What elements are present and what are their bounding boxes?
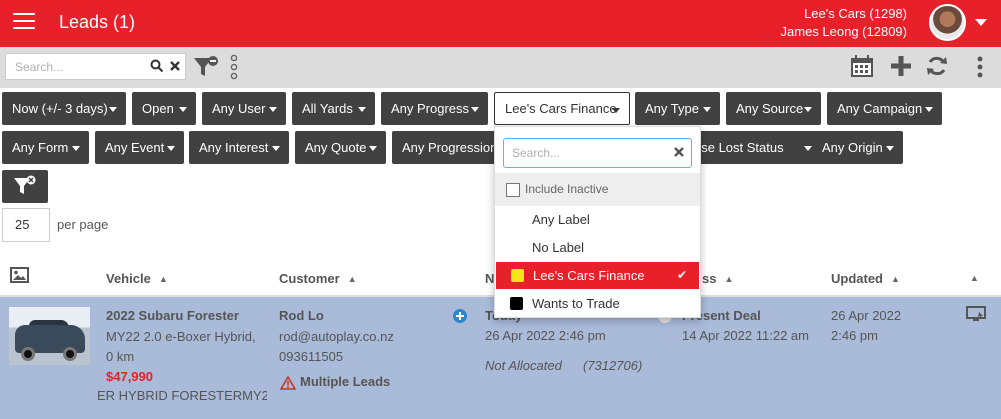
customer-phone[interactable]: 093611505 (279, 347, 343, 367)
vehicle-description: MY22 2.0 e-Boxer Hybrid, (106, 329, 256, 344)
search-icon[interactable] (150, 59, 164, 76)
filter-yard[interactable]: All Yards (292, 92, 375, 125)
search-box (5, 53, 186, 80)
caret-down-icon (272, 146, 280, 151)
checkmark-icon: ✔ (676, 268, 687, 282)
column-options-icon[interactable] (229, 54, 239, 83)
sort-icon: ▲ (347, 274, 357, 284)
filter-origin[interactable]: Any Origin (812, 131, 903, 164)
vehicle-odometer: 0 km (106, 349, 135, 364)
account-info[interactable]: Lee's Cars (1298) James Leong (12809) (781, 5, 907, 41)
caret-down-icon (167, 146, 175, 151)
dropdown-item-any-label[interactable]: Any Label (495, 206, 700, 233)
caret-down-icon (886, 146, 894, 151)
progress-date: 14 Apr 2022 11:22 am (682, 328, 809, 343)
filter-type[interactable]: Any Type (635, 92, 720, 125)
label-color-swatch (511, 269, 524, 282)
customer-email[interactable]: rod@autoplay.co.nz (279, 327, 394, 347)
filter-quote[interactable]: Any Quote (295, 131, 386, 164)
filter-date-range[interactable]: Now (+/- 3 days) (2, 92, 126, 125)
vehicle-code: ER HYBRID FORESTERMY22 (97, 388, 267, 403)
filter-interest[interactable]: Any Interest (189, 131, 289, 164)
sort-icon: ▲ (891, 274, 900, 284)
dropdown-search-box (503, 138, 692, 168)
image-icon (10, 267, 29, 286)
refresh-icon[interactable] (926, 55, 948, 80)
caret-down-icon (471, 107, 479, 112)
column-next[interactable]: N (485, 271, 494, 286)
caret-down-icon (269, 107, 277, 112)
caret-down-icon (369, 146, 377, 151)
caret-down-icon (358, 107, 366, 112)
filter-user[interactable]: Any User (202, 92, 286, 125)
add-circle-icon[interactable] (453, 309, 467, 326)
next-action-date: 26 Apr 2022 2:46 pm (485, 328, 606, 343)
filter-progress[interactable]: Any Progress (381, 92, 488, 125)
filter-source[interactable]: Any Source (726, 92, 821, 125)
caret-down-icon (109, 107, 117, 112)
updated-time: 2:46 pm (831, 328, 878, 343)
caret-down-icon (804, 146, 812, 151)
include-inactive-label: Include Inactive (525, 182, 609, 196)
include-inactive-option[interactable]: Include Inactive (495, 173, 700, 206)
include-inactive-checkbox[interactable] (506, 183, 520, 197)
caret-down-icon (925, 107, 933, 112)
column-vehicle[interactable]: Vehicle ▲ (106, 271, 168, 286)
dropdown-item-lees-cars-finance[interactable]: Lee's Cars Finance ✔ (496, 262, 699, 289)
clear-icon[interactable] (169, 59, 181, 76)
clear-icon[interactable] (673, 145, 685, 162)
per-page-select[interactable]: 25 (2, 208, 50, 242)
column-updated[interactable]: Updated ▲ (831, 271, 900, 286)
account-dealer: Lee's Cars (1298) (804, 6, 907, 21)
sort-icon: ▲ (724, 274, 734, 284)
vehicle-thumbnail[interactable] (9, 307, 90, 365)
vehicle-price: $47,990 (106, 369, 153, 384)
multiple-leads-warning: Multiple Leads (300, 374, 391, 389)
filter-icon[interactable] (193, 55, 219, 82)
sort-icon[interactable]: ▲ (970, 273, 979, 283)
more-vert-icon[interactable] (977, 56, 983, 81)
dropdown-item-no-label[interactable]: No Label (495, 234, 700, 261)
clear-filters-button[interactable] (2, 170, 48, 203)
vehicle-title[interactable]: 2022 Subaru Forester (106, 306, 239, 326)
label-dropdown-panel: Include Inactive Any Label No Label Lee'… (494, 126, 701, 318)
calendar-icon[interactable] (850, 54, 874, 81)
account-user: James Leong (12809) (780, 24, 907, 39)
monitor-icon[interactable] (966, 306, 986, 325)
add-icon[interactable] (890, 55, 912, 80)
customer-name[interactable]: Rod Lo (279, 306, 324, 326)
menu-icon[interactable] (13, 13, 35, 31)
caret-down-icon (179, 107, 187, 112)
column-progress[interactable]: ss ▲ (702, 271, 733, 286)
updated-date: 26 Apr 2022 (831, 308, 902, 323)
sort-icon: ▲ (158, 274, 168, 284)
search-input[interactable] (6, 54, 141, 79)
page-title: Leads (1) (59, 12, 136, 32)
toolbar (0, 47, 1001, 88)
filter-campaign[interactable]: Any Campaign (827, 92, 942, 125)
caret-down-icon (703, 107, 711, 112)
dropdown-search-input[interactable] (504, 139, 664, 167)
filter-status[interactable]: Open (132, 92, 196, 125)
caret-down-icon (612, 108, 620, 113)
avatar[interactable] (929, 4, 966, 41)
app-header: Leads (1) Lee's Cars (1298) James Leong … (0, 0, 1001, 47)
caret-down-icon (72, 146, 80, 151)
lead-id: (7312706) (583, 358, 643, 373)
warning-icon (279, 375, 297, 393)
label-color-swatch (510, 297, 523, 310)
column-customer[interactable]: Customer ▲ (279, 271, 357, 286)
caret-down-icon (804, 107, 812, 112)
chevron-down-icon[interactable] (975, 19, 987, 26)
filter-label[interactable]: Lee's Cars Finance (494, 92, 630, 125)
filter-clear-icon (13, 175, 37, 209)
per-page-label: per page (57, 217, 109, 232)
filter-lost-status[interactable]: ose Lost Status (680, 131, 821, 164)
allocation-status[interactable]: Not Allocated (485, 356, 562, 376)
filter-event[interactable]: Any Event (95, 131, 184, 164)
filter-form[interactable]: Any Form (2, 131, 89, 164)
dropdown-item-wants-to-trade[interactable]: Wants to Trade (495, 290, 700, 317)
filter-progression[interactable]: Any Progression (392, 131, 502, 164)
